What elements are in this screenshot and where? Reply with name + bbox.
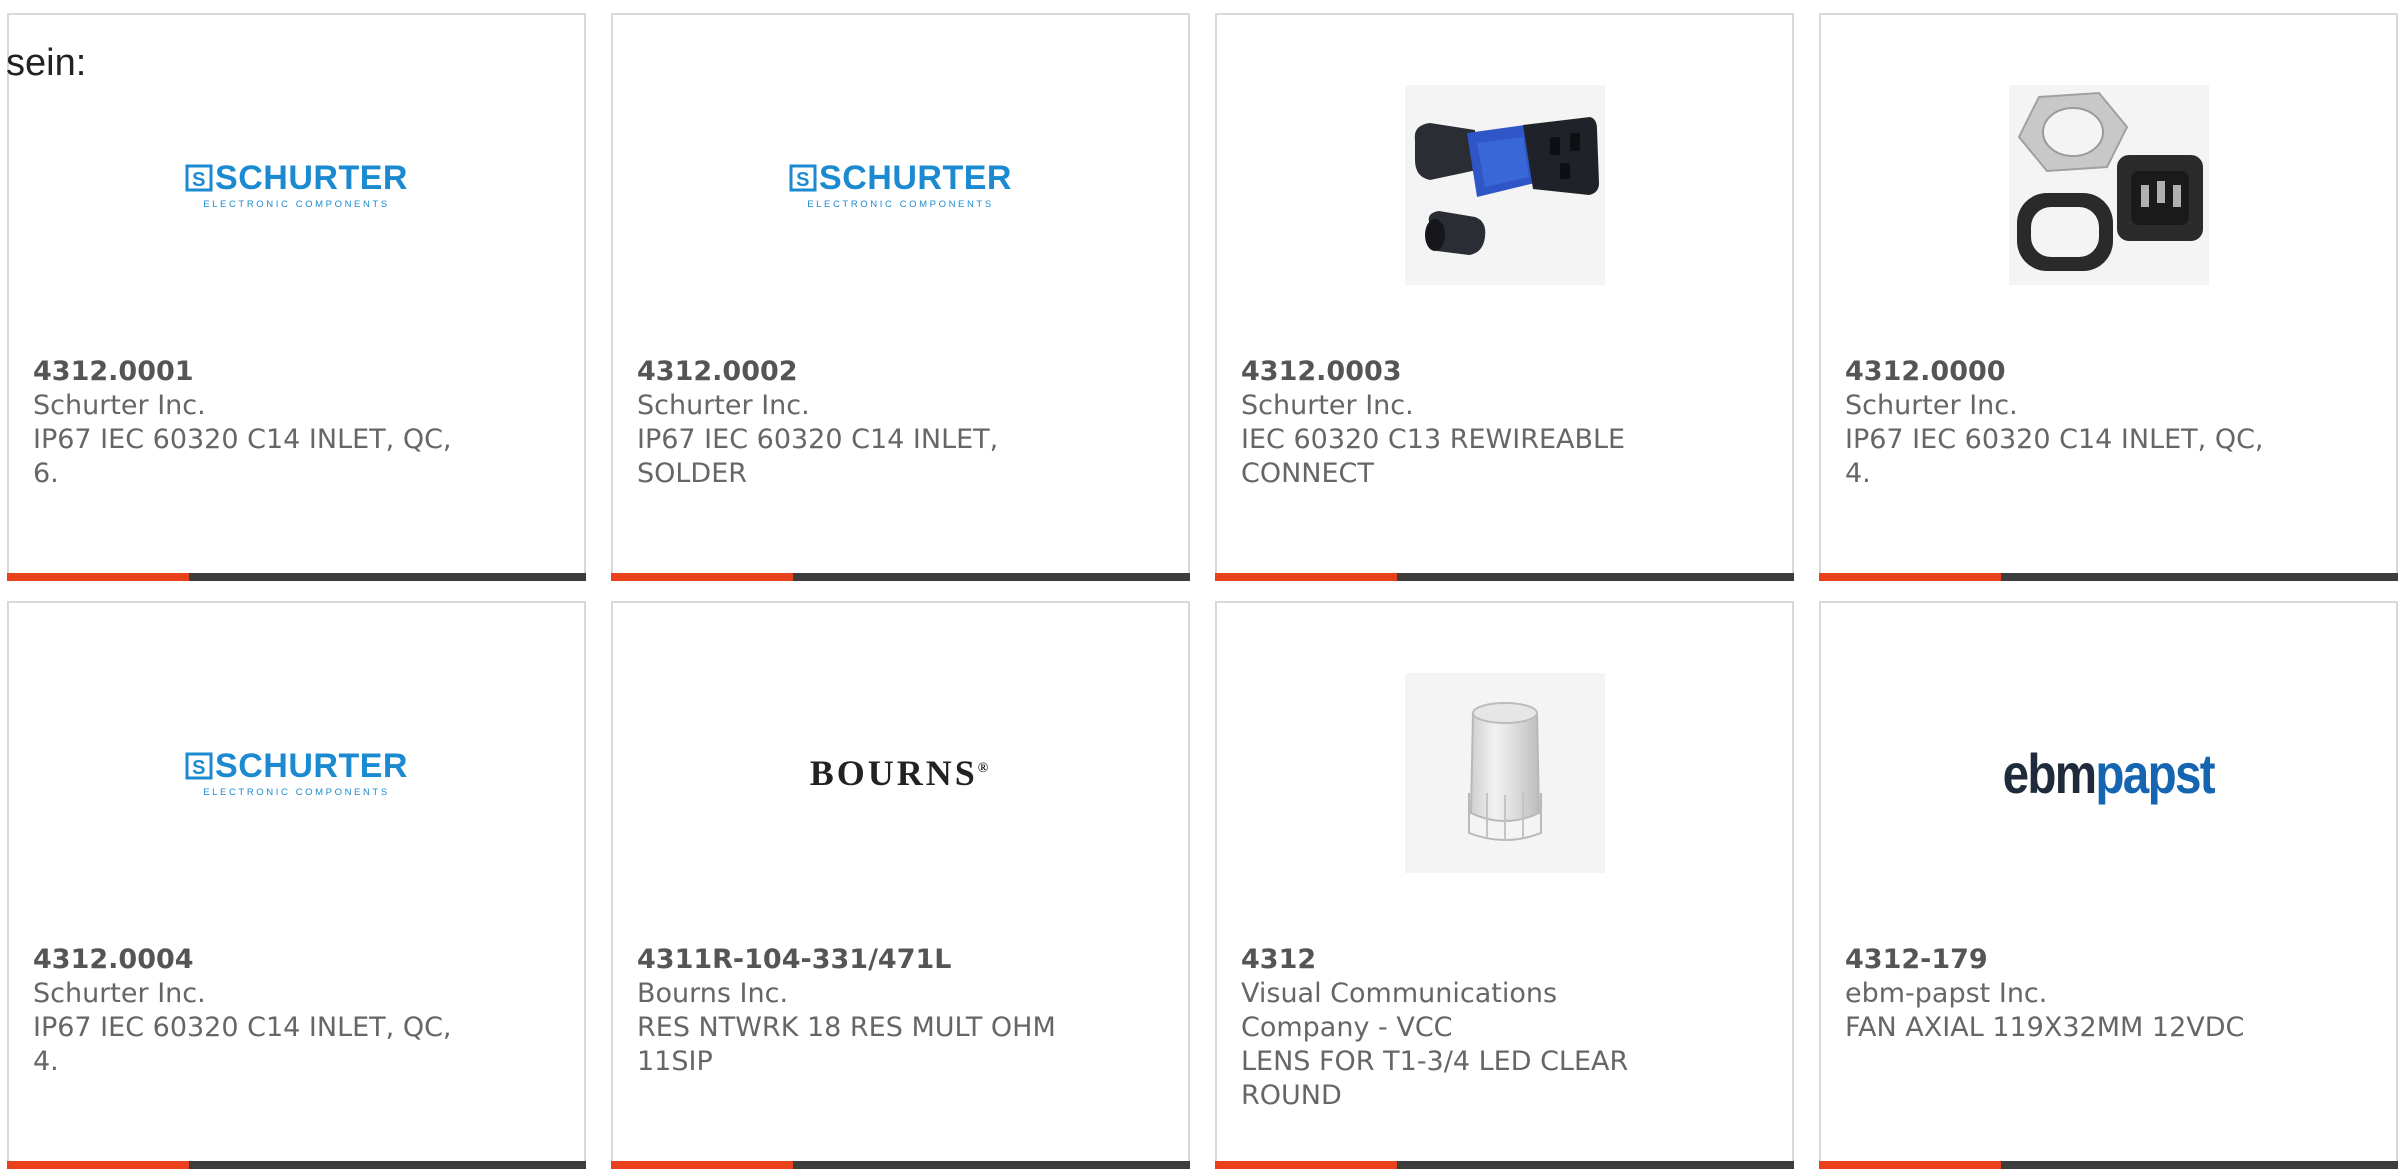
schurter-mark-icon: S xyxy=(185,164,213,191)
product-info: 4312.0002 Schurter Inc. IP67 IEC 60320 C… xyxy=(637,355,1067,491)
part-number[interactable]: 4312-179 xyxy=(1845,943,2275,977)
description: IEC 60320 C13 REWIREABLE CONNECT xyxy=(1241,424,1626,489)
manufacturer: Schurter Inc. xyxy=(1845,390,2018,421)
manufacturer: Bourns Inc. xyxy=(637,978,789,1009)
product-image[interactable]: BOURNS® xyxy=(801,673,1001,873)
product-info: 4312.0004 Schurter Inc. IP67 IEC 60320 C… xyxy=(33,943,463,1079)
product-image[interactable]: ebmpapst xyxy=(2003,673,2216,873)
description: FAN AXIAL 119X32MM 12VDC xyxy=(1845,1012,2245,1043)
card-bottom-bar xyxy=(611,573,1190,581)
product-info: 4312.0003 Schurter Inc. IEC 60320 C13 RE… xyxy=(1241,355,1671,491)
product-card[interactable]: S SCHURTER ELECTRONIC COMPONENTS 4312.00… xyxy=(7,601,586,1169)
card-accent xyxy=(1215,1161,1397,1169)
schurter-mark-icon: S xyxy=(185,752,213,779)
ebmpapst-logo: ebmpapst xyxy=(2002,741,2216,805)
product-image[interactable] xyxy=(1404,85,1605,285)
card-accent xyxy=(1215,573,1397,581)
card-accent xyxy=(611,1161,793,1169)
card-accent xyxy=(1819,573,2001,581)
product-image[interactable]: S SCHURTER ELECTRONIC COMPONENTS xyxy=(185,85,407,285)
product-info: 4312-179 ebm-papst Inc. FAN AXIAL 119X32… xyxy=(1845,943,2275,1045)
card-bottom-bar xyxy=(611,1161,1190,1169)
card-bottom-bar xyxy=(7,1161,586,1169)
product-info: 4312 Visual Communications Company - VCC… xyxy=(1241,943,1671,1113)
product-card[interactable]: S SCHURTER ELECTRONIC COMPONENTS 4312.00… xyxy=(611,13,1190,581)
manufacturer: Schurter Inc. xyxy=(1241,390,1414,421)
part-number[interactable]: 4312 xyxy=(1241,943,1671,977)
schurter-mark-icon: S xyxy=(789,164,817,191)
card-accent xyxy=(7,1161,189,1169)
lens-photo xyxy=(1404,673,1605,873)
product-image[interactable] xyxy=(2008,85,2209,285)
manufacturer: Schurter Inc. xyxy=(637,390,810,421)
connector-photo xyxy=(1404,85,1605,285)
schurter-logo: S SCHURTER ELECTRONIC COMPONENTS xyxy=(185,161,408,210)
product-info: 4312.0000 Schurter Inc. IP67 IEC 60320 C… xyxy=(1845,355,2275,491)
part-number[interactable]: 4312.0000 xyxy=(1845,355,2275,389)
product-card[interactable]: 4312.0000 Schurter Inc. IP67 IEC 60320 C… xyxy=(1819,13,2398,581)
schurter-logo: S SCHURTER ELECTRONIC COMPONENTS xyxy=(789,161,1012,210)
text-fragment: sein: xyxy=(6,42,87,84)
product-info: 4311R-104-331/471L Bourns Inc. RES NTWRK… xyxy=(637,943,1067,1079)
card-bottom-bar xyxy=(1819,573,2398,581)
card-bottom-bar xyxy=(1215,1161,1794,1169)
part-number[interactable]: 4312.0002 xyxy=(637,355,1067,389)
description: IP67 IEC 60320 C14 INLET, QC, 4. xyxy=(1845,424,2264,489)
card-accent xyxy=(611,573,793,581)
card-accent xyxy=(7,573,189,581)
product-image[interactable] xyxy=(1404,673,1605,873)
product-image[interactable]: S SCHURTER ELECTRONIC COMPONENTS xyxy=(185,673,407,873)
product-card[interactable]: BOURNS® 4311R-104-331/471L Bourns Inc. R… xyxy=(611,601,1190,1169)
svg-text:S: S xyxy=(192,169,206,191)
product-card[interactable]: 4312 Visual Communications Company - VCC… xyxy=(1215,601,1794,1169)
part-number[interactable]: 4312.0004 xyxy=(33,943,463,977)
inlet-photo xyxy=(2008,85,2209,285)
product-info: 4312.0001 Schurter Inc. IP67 IEC 60320 C… xyxy=(33,355,463,491)
product-image[interactable]: S SCHURTER ELECTRONIC COMPONENTS xyxy=(789,85,1011,285)
card-bottom-bar xyxy=(1215,573,1794,581)
part-number[interactable]: 4312.0003 xyxy=(1241,355,1671,389)
product-card[interactable]: S SCHURTER ELECTRONIC COMPONENTS 4312.00… xyxy=(7,13,586,581)
description: IP67 IEC 60320 C14 INLET, QC, 6. xyxy=(33,424,452,489)
card-bottom-bar xyxy=(1819,1161,2398,1169)
part-number[interactable]: 4311R-104-331/471L xyxy=(637,943,1067,977)
part-number[interactable]: 4312.0001 xyxy=(33,355,463,389)
description: IP67 IEC 60320 C14 INLET, SOLDER xyxy=(637,424,999,489)
schurter-logo: S SCHURTER ELECTRONIC COMPONENTS xyxy=(185,749,408,798)
svg-text:S: S xyxy=(796,169,810,191)
card-accent xyxy=(1819,1161,2001,1169)
product-card[interactable]: 4312.0003 Schurter Inc. IEC 60320 C13 RE… xyxy=(1215,13,1794,581)
manufacturer: Visual Communications Company - VCC xyxy=(1241,978,1558,1043)
manufacturer: Schurter Inc. xyxy=(33,390,206,421)
description: IP67 IEC 60320 C14 INLET, QC, 4. xyxy=(33,1012,452,1077)
manufacturer: ebm-papst Inc. xyxy=(1845,978,2048,1009)
card-bottom-bar xyxy=(7,573,586,581)
description: LENS FOR T1-3/4 LED CLEAR ROUND xyxy=(1241,1046,1629,1111)
product-card[interactable]: ebmpapst 4312-179 ebm-papst Inc. FAN AXI… xyxy=(1819,601,2398,1169)
manufacturer: Schurter Inc. xyxy=(33,978,206,1009)
description: RES NTWRK 18 RES MULT OHM 11SIP xyxy=(637,1012,1056,1077)
svg-text:S: S xyxy=(192,757,206,779)
bourns-logo: BOURNS® xyxy=(809,753,992,793)
